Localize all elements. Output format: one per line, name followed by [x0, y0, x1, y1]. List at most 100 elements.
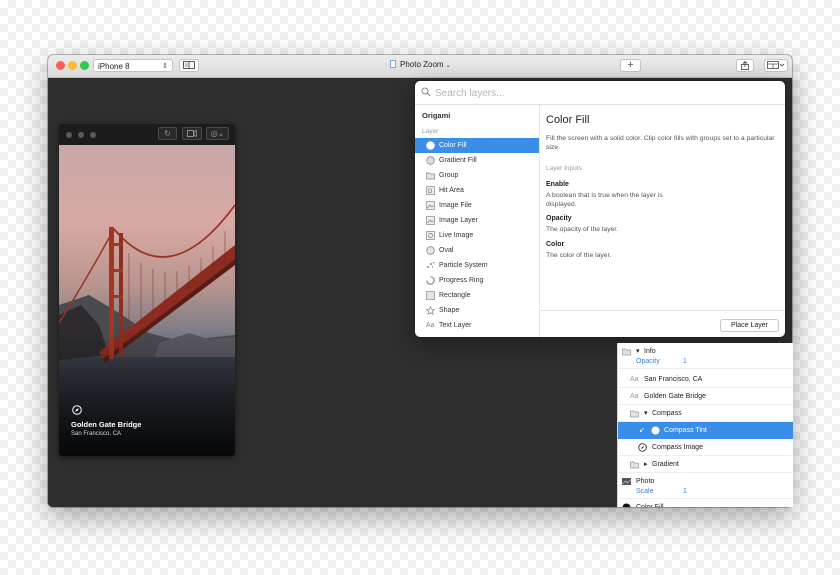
search-icon [421, 87, 431, 97]
mask-link-icon: ↙ [639, 427, 645, 434]
layer-label: Compass [652, 410, 682, 417]
layer-item-label: Gradient Fill [439, 157, 477, 164]
rectangle-icon [426, 291, 435, 300]
input-name-opacity: Opacity [546, 215, 572, 222]
layer-item-group[interactable]: Group [415, 168, 539, 183]
caption-title: Golden Gate Bridge [71, 420, 142, 429]
image-layer-icon [426, 216, 435, 225]
input-name-color: Color [546, 241, 565, 248]
add-layer-button[interactable]: + [620, 59, 641, 72]
layer-item-particle-system[interactable]: Particle System [415, 258, 539, 273]
layer-item-label: Image Layer [439, 217, 478, 224]
place-layer-button[interactable]: Place Layer [720, 319, 779, 332]
chevron-down-icon: ⌄ [445, 63, 451, 69]
progress-ring-icon [426, 276, 435, 285]
chevron-updown-icon: ⇕ [162, 63, 168, 70]
layer-item-image-file[interactable]: Image File [415, 198, 539, 213]
layers-panel: ▾ Info Opacity 1 Aa San Francisco, CA Aa… [617, 343, 793, 507]
layer-item-label: Oval [439, 247, 454, 254]
rotate-button[interactable]: ↻ [158, 127, 177, 140]
layer-item-rectangle[interactable]: Rectangle [415, 288, 539, 303]
property-row-opacity[interactable]: Opacity 1 [618, 355, 793, 369]
layer-item-text-layer[interactable]: Aa Text Layer [415, 318, 539, 333]
preview-settings-button[interactable]: ◎⌄ [206, 127, 229, 140]
plus-icon: + [627, 59, 634, 71]
device-preview[interactable]: ↻ ◎⌄ Golden Gate Bridge San Francisco, C… [59, 124, 235, 456]
layer-item-color-fill[interactable]: Color Fill [415, 138, 539, 153]
layer-row-compass-tint[interactable]: ↙ Compass Tint [618, 422, 793, 439]
preview-dot [78, 132, 84, 138]
color-fill-icon [651, 426, 660, 435]
layer-item-live-image[interactable]: Live Image [415, 228, 539, 243]
preview-toolbar: ↻ ◎⌄ [59, 124, 235, 145]
property-value[interactable]: 1 [683, 355, 687, 369]
layer-row-compass[interactable]: ▾ Compass [618, 405, 793, 422]
layer-item-label: Rectangle [439, 292, 471, 299]
layer-item-gradient-fill[interactable]: Gradient Fill [415, 153, 539, 168]
layer-search-bar [415, 81, 785, 105]
title-bar: iPhone 8 ⇕ Photo Zoom ⌄ + [48, 55, 792, 78]
layer-item-label: Progress Ring [439, 277, 484, 284]
record-button[interactable] [182, 127, 202, 140]
layout-icon [767, 61, 785, 69]
folder-icon [630, 410, 639, 418]
input-name-enable: Enable [546, 181, 569, 188]
input-desc-color: The color of the layer. [546, 252, 612, 259]
layer-item-progress-ring[interactable]: Progress Ring [415, 273, 539, 288]
zoom-window-button[interactable] [80, 61, 89, 70]
layer-group-label: Origami [422, 111, 451, 120]
layer-item-label: Shape [439, 307, 460, 314]
detail-description: Fill the screen with a solid color. Clip… [546, 135, 775, 151]
text-icon: Aa [630, 393, 639, 400]
color-fill-icon [426, 141, 435, 150]
layer-item-label: Image File [439, 202, 472, 209]
property-value[interactable]: 1 [683, 485, 687, 499]
layer-search-input[interactable] [433, 84, 777, 103]
oval-icon [426, 246, 435, 255]
folder-icon [630, 461, 639, 469]
layer-item-label: Group [439, 172, 459, 179]
layer-row-compass-image[interactable]: Compass Image [618, 439, 793, 456]
layer-item-shape[interactable]: Shape [415, 303, 539, 318]
layer-label: Compass Tint [664, 427, 707, 434]
text-icon: Aa [630, 376, 639, 383]
layer-item-hit-area[interactable]: D Hit Area [415, 183, 539, 198]
layout-menu-button[interactable] [764, 59, 788, 72]
property-label: Opacity [636, 358, 660, 365]
gear-icon: ◎⌄ [210, 129, 225, 138]
layer-label: Compass Image [652, 444, 703, 451]
layer-item-oval[interactable]: Oval [415, 243, 539, 258]
layer-item-image-layer[interactable]: Image Layer [415, 213, 539, 228]
input-desc-enable: A boolean that is true when the layer is… [546, 192, 663, 208]
golden-gate-photo [59, 145, 235, 456]
disclosure-closed-icon[interactable]: ▸ [644, 456, 648, 473]
caption-subtitle: San Francisco, CA [71, 431, 122, 437]
window-title[interactable]: Photo Zoom ⌄ [390, 60, 451, 69]
layer-row-gradient[interactable]: ▸ Gradient [618, 456, 793, 473]
preview-dot [90, 132, 96, 138]
layer-label: Gradient [652, 461, 679, 468]
layer-row-san-francisco[interactable]: Aa San Francisco, CA [618, 371, 793, 388]
layer-item-label: Live Image [439, 232, 474, 239]
minimize-window-button[interactable] [68, 61, 77, 70]
device-select[interactable]: iPhone 8 ⇕ [93, 59, 173, 72]
bridge-image [59, 145, 235, 456]
hit-area-icon: D [426, 186, 435, 195]
gradient-fill-icon [426, 156, 435, 165]
video-camera-icon [187, 129, 197, 138]
share-button[interactable] [736, 59, 754, 72]
disclosure-open-icon[interactable]: ▾ [644, 405, 648, 422]
property-row-scale[interactable]: Scale 1 [618, 485, 793, 499]
layer-row-color-fill[interactable]: Color Fill [618, 499, 793, 507]
close-window-button[interactable] [56, 61, 65, 70]
layer-label: San Francisco, CA [644, 376, 703, 383]
compass-image-icon [638, 443, 647, 452]
rotate-icon: ↻ [164, 129, 171, 138]
particle-icon [427, 261, 435, 268]
layer-item-label: Hit Area [439, 187, 464, 194]
input-desc-opacity: The opacity of the layer. [546, 226, 619, 233]
split-view-button[interactable] [179, 59, 199, 72]
share-icon [741, 60, 749, 70]
layer-row-golden-gate[interactable]: Aa Golden Gate Bridge [618, 388, 793, 405]
detail-footer: Place Layer [540, 310, 785, 337]
